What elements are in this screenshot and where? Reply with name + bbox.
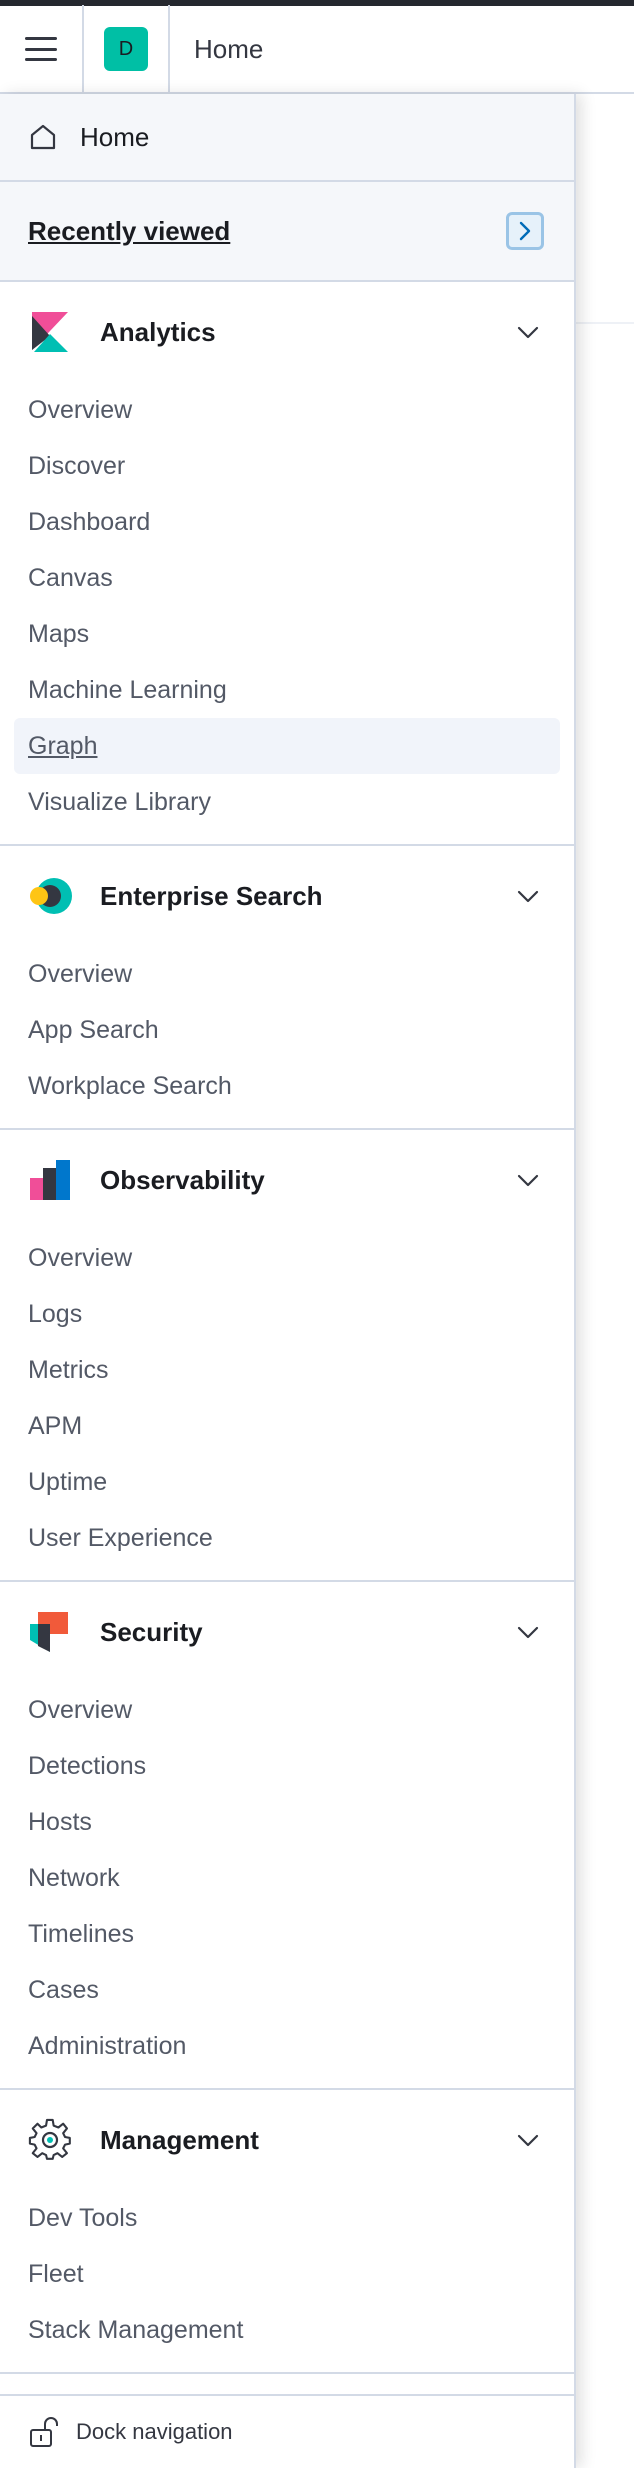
page-content-backdrop [576, 94, 634, 2468]
group-title-analytics: Analytics [100, 316, 216, 347]
group-title-management: Management [100, 2124, 259, 2155]
nav-group-security: Security Overview Detections Hosts Netwo… [0, 1582, 574, 2090]
hamburger-icon [25, 37, 57, 61]
security-logo-icon [30, 1612, 68, 1652]
collapsible-nav: Home Recently viewed Analytics Overview … [0, 94, 576, 2468]
nav-link-dashboard[interactable]: Dashboard [14, 494, 560, 550]
home-label: Home [80, 121, 150, 152]
group-items-management: Dev Tools Fleet Stack Management [0, 2190, 574, 2372]
nav-link-metrics[interactable]: Metrics [14, 1342, 560, 1398]
nav-link-logs[interactable]: Logs [14, 1286, 560, 1342]
group-header-security[interactable]: Security [0, 1582, 574, 1682]
group-items-observability: Overview Logs Metrics APM Uptime User Ex… [0, 1230, 574, 1580]
nav-link-apm[interactable]: APM [14, 1398, 560, 1454]
nav-link-enterprise-overview[interactable]: Overview [14, 946, 560, 1002]
group-header-analytics[interactable]: Analytics [0, 282, 574, 382]
home-icon [30, 124, 56, 150]
recently-viewed-header[interactable]: Recently viewed [0, 182, 574, 282]
group-items-enterprise-search: Overview App Search Workplace Search [0, 946, 574, 1128]
chevron-down-icon[interactable] [516, 320, 540, 344]
nav-link-workplace-search[interactable]: Workplace Search [14, 1058, 560, 1114]
nav-link-analytics-overview[interactable]: Overview [14, 382, 560, 438]
nav-link-app-search[interactable]: App Search [14, 1002, 560, 1058]
nav-group-observability: Observability Overview Logs Metrics APM … [0, 1130, 574, 1582]
kibana-logo-icon [32, 312, 68, 352]
space-selector[interactable]: D [84, 5, 170, 93]
nav-group-analytics: Analytics Overview Discover Dashboard Ca… [0, 282, 574, 846]
group-title-security: Security [100, 1616, 203, 1647]
group-title-observability: Observability [100, 1164, 265, 1195]
nav-link-canvas[interactable]: Canvas [14, 550, 560, 606]
nav-link-hosts[interactable]: Hosts [14, 1794, 560, 1850]
nav-link-detections[interactable]: Detections [14, 1738, 560, 1794]
group-header-management[interactable]: Management [0, 2090, 574, 2190]
enterprise-search-logo-icon [30, 878, 72, 914]
observability-logo-icon [30, 1160, 70, 1200]
nav-link-graph[interactable]: Graph [14, 718, 560, 774]
nav-link-discover[interactable]: Discover [14, 438, 560, 494]
lock-open-icon [30, 2417, 58, 2447]
group-items-security: Overview Detections Hosts Network Timeli… [0, 1682, 574, 2088]
nav-link-uptime[interactable]: Uptime [14, 1454, 560, 1510]
nav-link-network[interactable]: Network [14, 1850, 560, 1906]
nav-home-link[interactable]: Home [0, 94, 574, 182]
group-title-enterprise-search: Enterprise Search [100, 880, 323, 911]
nav-link-observability-overview[interactable]: Overview [14, 1230, 560, 1286]
dock-navigation-label: Dock navigation [76, 2419, 233, 2444]
expand-recently-viewed-button[interactable] [506, 212, 544, 250]
gear-icon [28, 2118, 71, 2160]
nav-link-user-experience[interactable]: User Experience [14, 1510, 560, 1566]
nav-group-management: Management Dev Tools Fleet Stack Managem… [0, 2090, 574, 2374]
dock-navigation-button[interactable]: Dock navigation [0, 2394, 574, 2468]
group-header-enterprise-search[interactable]: Enterprise Search [0, 846, 574, 946]
nav-link-cases[interactable]: Cases [14, 1962, 560, 2018]
nav-link-dev-tools[interactable]: Dev Tools [14, 2190, 560, 2246]
chevron-down-icon[interactable] [516, 1168, 540, 1192]
chevron-right-icon [519, 221, 531, 241]
page-header-strip [576, 94, 634, 324]
space-avatar[interactable]: D [104, 27, 148, 71]
chevron-down-icon[interactable] [516, 1620, 540, 1644]
nav-link-visualize-library[interactable]: Visualize Library [14, 774, 560, 830]
group-items-analytics: Overview Discover Dashboard Canvas Maps … [0, 382, 574, 844]
menu-toggle-button[interactable] [0, 5, 84, 93]
chevron-down-icon[interactable] [516, 2128, 540, 2152]
nav-link-administration[interactable]: Administration [14, 2018, 560, 2074]
nav-link-fleet[interactable]: Fleet [14, 2246, 560, 2302]
nav-link-timelines[interactable]: Timelines [14, 1906, 560, 1962]
nav-link-maps[interactable]: Maps [14, 606, 560, 662]
recently-viewed-label[interactable]: Recently viewed [28, 216, 230, 247]
app-header: D Home [0, 5, 634, 94]
group-header-observability[interactable]: Observability [0, 1130, 574, 1230]
nav-link-machine-learning[interactable]: Machine Learning [14, 662, 560, 718]
chevron-down-icon[interactable] [516, 884, 540, 908]
nav-group-enterprise-search: Enterprise Search Overview App Search Wo… [0, 846, 574, 1130]
nav-link-security-overview[interactable]: Overview [14, 1682, 560, 1738]
nav-link-stack-management[interactable]: Stack Management [14, 2302, 560, 2358]
breadcrumb-home: Home [194, 33, 264, 64]
